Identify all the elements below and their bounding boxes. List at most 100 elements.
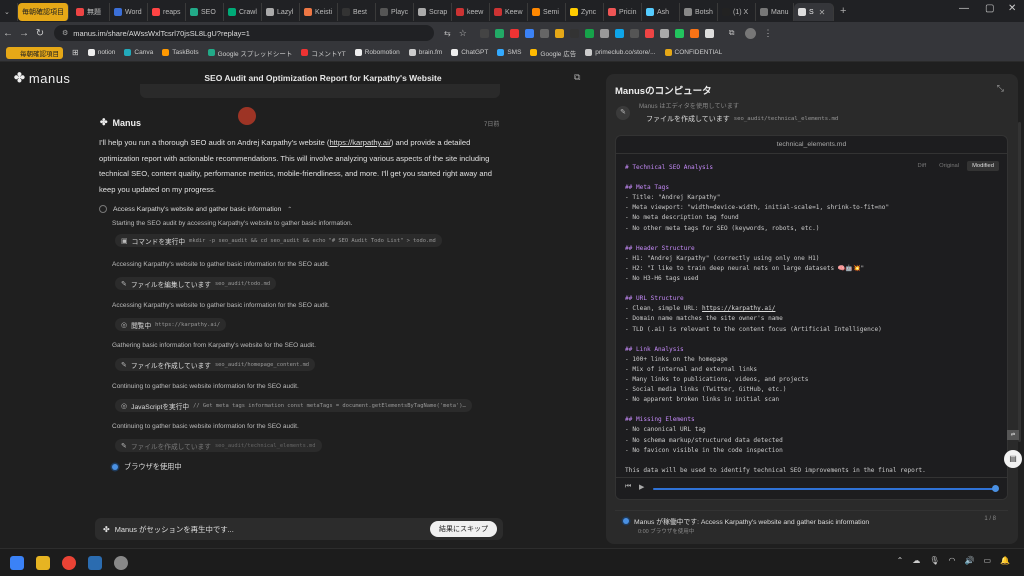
karpathy-link[interactable]: https://karpathy.ai/ — [329, 138, 390, 147]
apps-icon[interactable]: ⊞ — [72, 48, 79, 57]
extension-icon[interactable] — [674, 28, 684, 38]
reload-icon[interactable]: ↻ — [32, 28, 48, 39]
step-action-chip[interactable]: ▣ コマンドを実行中 mkdir -p seo_audit && cd seo_au… — [115, 234, 442, 247]
volume-icon[interactable]: 🔊 — [965, 556, 975, 565]
wifi-icon[interactable]: ◠ — [949, 556, 956, 565]
extension-icon[interactable] — [524, 28, 534, 38]
step-action-chip[interactable]: ◎ JavaScriptを実行中// Get meta tags informat… — [115, 399, 472, 412]
browser-tab[interactable]: SEO — [186, 3, 224, 21]
forward-icon[interactable]: → — [16, 28, 32, 39]
code-link[interactable]: https://karpathy.ai/ — [702, 305, 775, 312]
bookmark-item[interactable]: CONFIDENTIAL — [664, 49, 722, 56]
side-badge-icon[interactable]: ⇄ — [1007, 430, 1019, 440]
menu-icon[interactable]: ⋮ — [764, 28, 773, 39]
chrome-icon[interactable] — [62, 555, 76, 570]
bookmark-item[interactable]: Canva — [124, 49, 153, 56]
bookmark-item[interactable]: コメントYT — [301, 48, 346, 58]
notification-icon[interactable]: 🔔 — [1000, 556, 1010, 565]
site-info-icon[interactable]: ⚙ — [62, 29, 68, 37]
battery-icon[interactable]: ▭ — [983, 556, 991, 565]
bookmark-item[interactable]: Google スプレッドシート — [207, 48, 292, 58]
page-scrollbar[interactable] — [1018, 122, 1021, 442]
settings-icon[interactable] — [114, 555, 128, 570]
close-window-icon[interactable]: ✕ — [1008, 3, 1016, 14]
playback-track[interactable] — [653, 488, 995, 490]
extension-icon[interactable] — [659, 28, 669, 38]
browser-tab[interactable]: (1) X — [718, 3, 756, 21]
extension-icon[interactable] — [539, 28, 549, 38]
collapse-icon[interactable]: ⤡ — [997, 83, 1004, 94]
bookmark-item[interactable]: TaskBots — [162, 49, 199, 56]
browser-tab[interactable]: Keew — [490, 3, 528, 21]
bookmark-item[interactable]: primeclub.co/store/... — [585, 49, 656, 56]
browser-tab[interactable]: Lazyl — [262, 3, 300, 21]
skip-back-icon[interactable]: ⏮ — [625, 483, 631, 491]
browser-tab[interactable]: Word — [110, 3, 148, 21]
extension-icon[interactable] — [629, 28, 639, 38]
browser-tab[interactable]: 無題 — [72, 3, 110, 21]
browser-tab[interactable]: Semi — [528, 3, 566, 21]
bookmark-item[interactable]: Robomotion — [354, 49, 400, 56]
browser-tab[interactable]: Manu — [756, 3, 794, 21]
extension-icon[interactable] — [509, 28, 519, 38]
maximize-icon[interactable]: ▢ — [985, 3, 994, 14]
browser-tab[interactable]: Pricin — [604, 3, 642, 21]
tab-search-icon[interactable]: ⌄ — [0, 3, 18, 21]
browser-tab[interactable]: keew — [452, 3, 490, 21]
copy-icon[interactable]: ⧉ — [574, 72, 580, 83]
bookmark-item[interactable]: notion — [87, 49, 115, 56]
extension-icon[interactable] — [599, 28, 609, 38]
bookmark-item[interactable]: 毎朝確認項目 — [6, 46, 63, 59]
playback-knob[interactable] — [992, 485, 999, 492]
side-panel-button[interactable]: ▤ — [1004, 450, 1022, 468]
step-action-chip[interactable]: ✎ ファイルを編集しています seo_audit/todo.md — [115, 277, 277, 290]
tray-cloud-icon[interactable]: ☁ — [912, 556, 920, 565]
bookmark-item[interactable]: SMS — [497, 49, 521, 56]
bookmark-item[interactable]: brain.fm — [408, 49, 442, 56]
step-action-chip[interactable]: ✎ ファイルを作成しています seo_audit/technical_element… — [115, 439, 322, 452]
browser-tab[interactable]: Scrap — [414, 3, 452, 21]
translate-icon[interactable]: ⇆ — [444, 29, 451, 38]
bookmark-star-icon[interactable]: ☆ — [459, 28, 467, 39]
extension-icon[interactable] — [704, 28, 714, 38]
extension-icon[interactable] — [554, 28, 564, 38]
profile-avatar[interactable] — [744, 27, 756, 39]
browser-tab[interactable]: Crawl — [224, 3, 262, 21]
extension-icon[interactable] — [584, 28, 594, 38]
extension-icon[interactable] — [644, 28, 654, 38]
extension-icon[interactable] — [614, 28, 624, 38]
browser-tab[interactable]: reaps — [148, 3, 186, 21]
browser-tab[interactable]: Ash — [642, 3, 680, 21]
browser-tab[interactable]: Playc — [376, 3, 414, 21]
tab-group-label[interactable]: 毎朝確認項目 — [18, 3, 69, 21]
extensions-puzzle-icon[interactable]: ⧉ — [729, 28, 735, 38]
back-icon[interactable]: ← — [0, 28, 16, 39]
browser-tab[interactable]: Botsh — [680, 3, 718, 21]
browser-tab[interactable]: Keisti — [300, 3, 338, 21]
task-header[interactable]: Access Karpathy's website and gather bas… — [99, 205, 292, 213]
extension-icon[interactable] — [689, 28, 699, 38]
extension-icon[interactable] — [494, 28, 504, 38]
tray-chevron-icon[interactable]: ⌃ — [897, 556, 904, 565]
chevron-up-icon[interactable]: ⌃ — [287, 206, 292, 213]
browser-tab[interactable]: Best — [338, 3, 376, 21]
step-action-chip[interactable]: ◎ 閲覧中 https://karpathy.ai/ — [115, 318, 227, 331]
step-action-chip[interactable]: ✎ ファイルを作成しています seo_audit/homepage_content.… — [115, 358, 316, 371]
minimize-icon[interactable]: — — [959, 3, 969, 14]
notepad-icon[interactable] — [88, 555, 102, 570]
bookmark-item[interactable]: Google 広告 — [530, 48, 576, 58]
address-bar[interactable]: ⚙ manus.im/share/AWssWxlTcsrl70jsSL8LgU?… — [54, 25, 434, 41]
play-icon[interactable]: ▶ — [639, 483, 644, 491]
extension-icon[interactable] — [569, 28, 579, 38]
browser-tab[interactable]: Zync — [566, 3, 604, 21]
close-tab-icon[interactable]: ✕ — [819, 8, 826, 17]
extension-icon[interactable] — [479, 28, 489, 38]
status-bar[interactable]: Manus が稼働中です: Access Karpathy's website … — [615, 510, 1008, 538]
windows-start-icon[interactable] — [10, 555, 24, 570]
skip-to-result-button[interactable]: 結果にスキップ — [430, 521, 497, 537]
bookmark-item[interactable]: ChatGPT — [451, 49, 488, 56]
microphone-icon[interactable]: 🎙 — [929, 556, 939, 565]
new-tab-button[interactable]: + — [834, 5, 852, 17]
manus-logo[interactable]: ✤ manus — [14, 70, 70, 86]
file-explorer-icon[interactable] — [36, 555, 50, 570]
